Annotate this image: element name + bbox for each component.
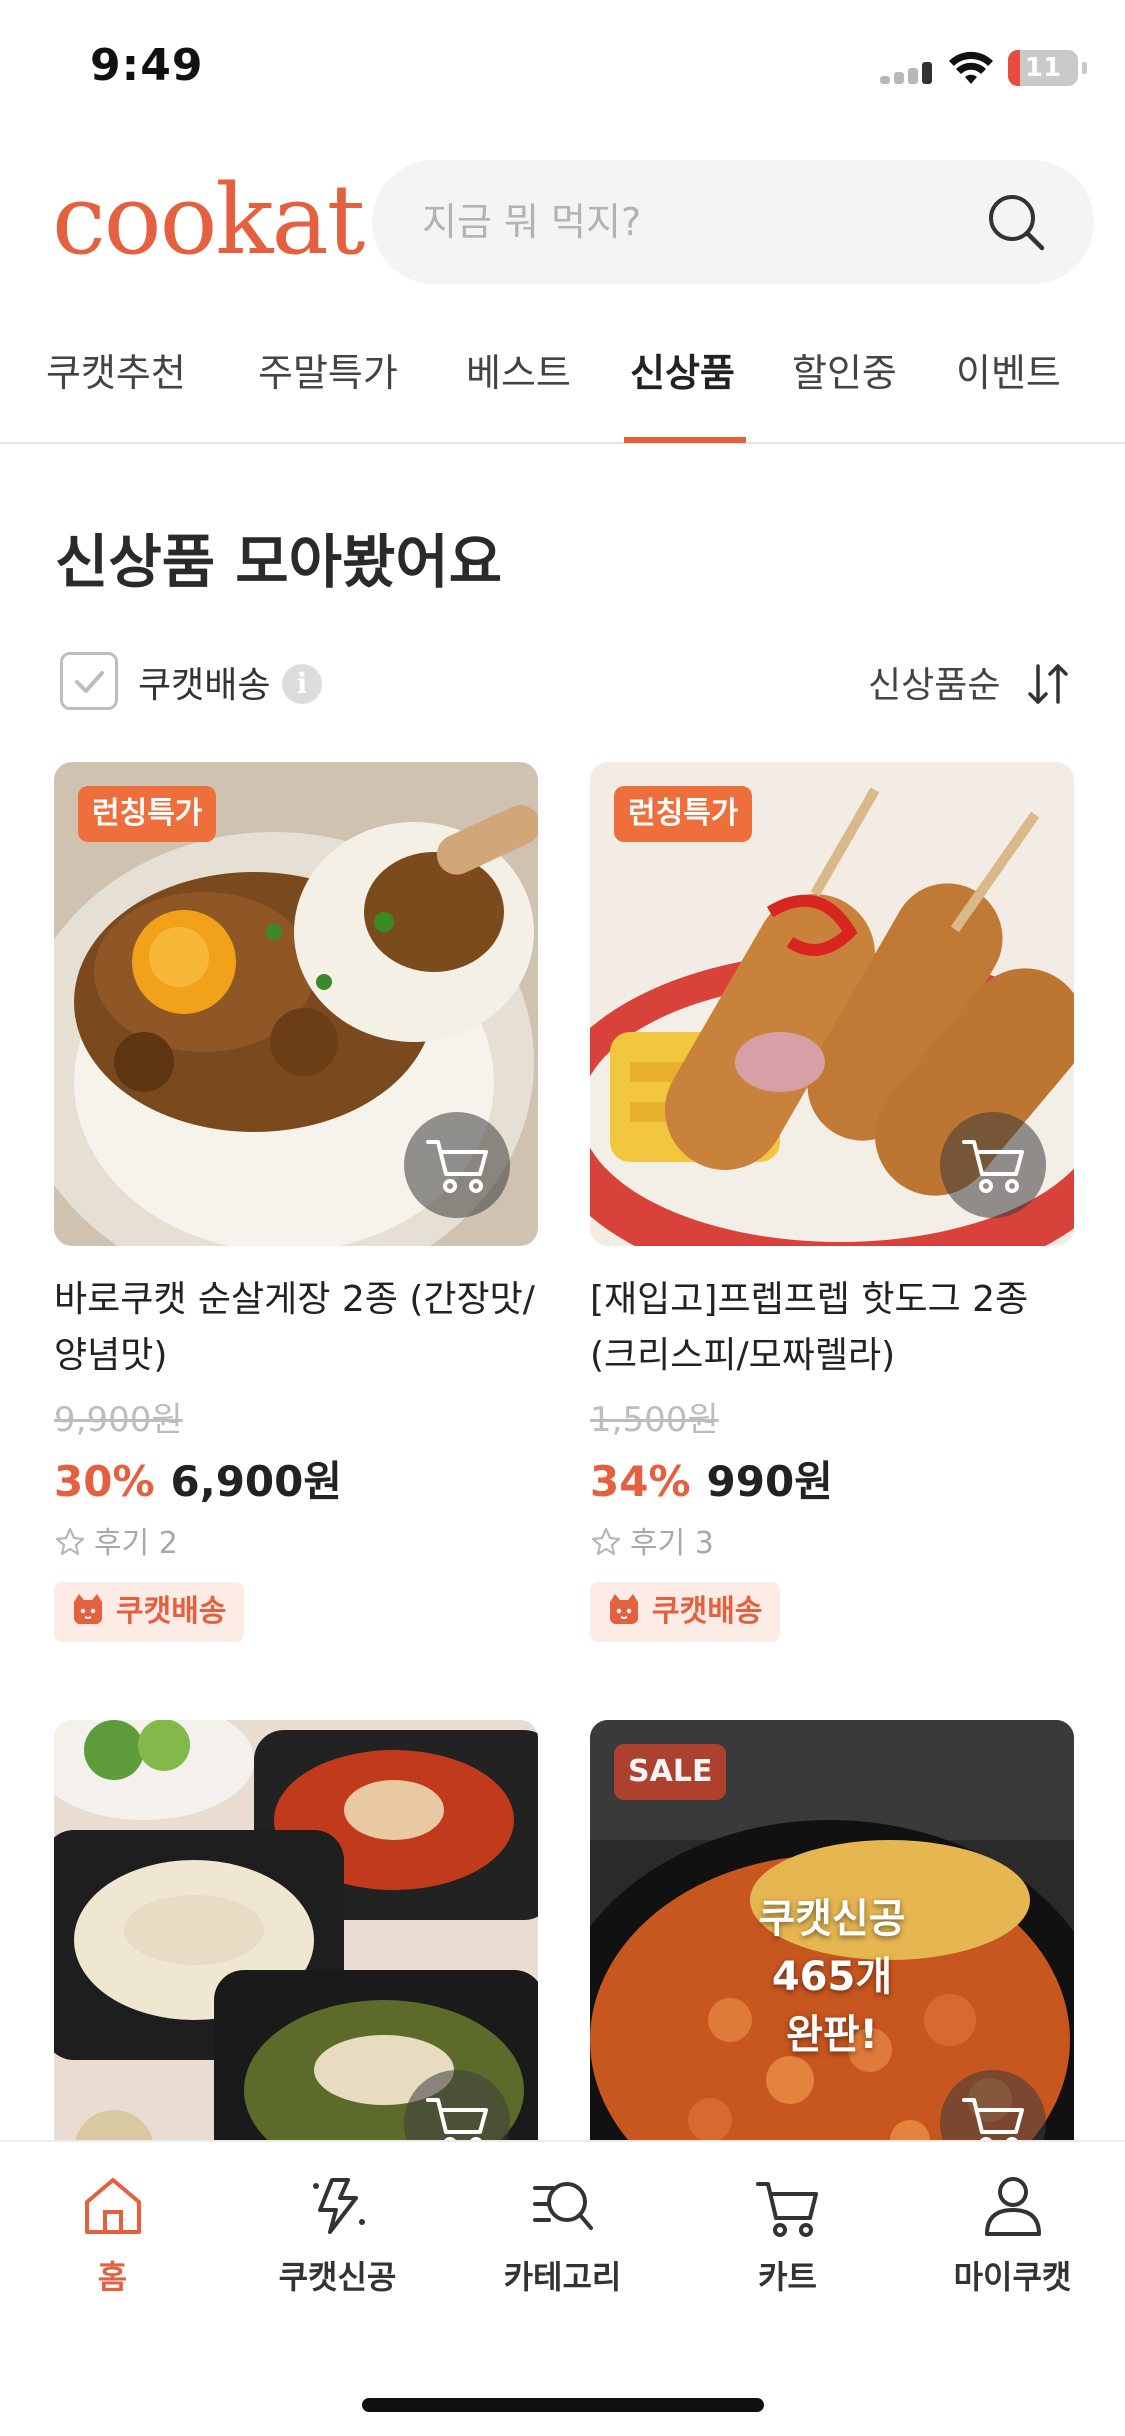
battery-level: 11	[1024, 53, 1062, 83]
nav-cookat-singong[interactable]: 쿠캣신공	[225, 2170, 450, 2310]
cookat-delivery-checkbox[interactable]	[60, 652, 118, 710]
nav-home[interactable]: 홈	[0, 2170, 225, 2310]
nav-cookat-singong-label: 쿠캣신공	[278, 2258, 397, 2296]
price-row: 34% 990원	[590, 1448, 833, 1509]
sale-price: 990원	[706, 1457, 833, 1506]
status-time: 9:49	[90, 40, 204, 91]
wifi-icon	[949, 51, 993, 84]
lightning-icon	[312, 2178, 365, 2234]
product-image[interactable]: SALE 쿠캣신공 465개 완판!	[590, 1720, 1074, 2204]
product-name[interactable]: 바로쿠캣 순살게장 2종 (간장맛/양념맛)	[54, 1272, 538, 1384]
app-screen: 9:49 11 cookat 지금 뭐 먹지? 쿠캣추천 주말특가 베스트 신상…	[0, 0, 1125, 2436]
cat-icon	[74, 1594, 102, 1624]
product-image[interactable]	[54, 1720, 538, 2204]
search-icon[interactable]	[984, 190, 1048, 254]
tab-recommend[interactable]: 쿠캣추천	[46, 340, 186, 444]
nav-cart[interactable]: 카트	[675, 2170, 900, 2310]
promo-badge: 런칭특가	[614, 786, 753, 842]
discount-rate: 30%	[54, 1457, 155, 1506]
product-card[interactable]: SALE 쿠캣신공 465개 완판!	[590, 1720, 1074, 2204]
active-tab-indicator	[624, 437, 746, 443]
original-price: 9,900원	[54, 1400, 183, 1440]
nav-cart-label: 카트	[758, 2258, 817, 2296]
tab-new-products[interactable]: 신상품	[630, 340, 735, 444]
cellular-signal-icon	[880, 62, 938, 84]
add-to-cart-button[interactable]	[404, 1112, 510, 1218]
search-bar[interactable]: 지금 뭐 먹지?	[372, 160, 1094, 284]
cart-icon	[962, 1140, 1024, 1193]
nav-my-cookat-label: 마이쿠캣	[953, 2258, 1072, 2296]
status-bar: 9:49 11	[0, 0, 1125, 140]
cart-icon	[426, 1140, 488, 1193]
sale-price: 6,900원	[170, 1457, 343, 1506]
home-indicator[interactable]	[362, 2398, 764, 2412]
cookat-delivery-tag: 쿠캣배송	[54, 1582, 245, 1642]
star-icon	[591, 1527, 621, 1556]
sort-label[interactable]: 신상품순	[868, 656, 1000, 708]
home-icon	[84, 2178, 141, 2234]
promo-badge: 런칭특가	[78, 786, 217, 842]
review-count: 후기 3	[590, 1518, 714, 1562]
price-row: 30% 6,900원	[54, 1448, 342, 1509]
search-placeholder: 지금 뭐 먹지?	[422, 200, 642, 244]
add-to-cart-button[interactable]	[940, 1112, 1046, 1218]
info-icon[interactable]: i	[282, 664, 322, 704]
product-name[interactable]: [재입고]프렙프렙 핫도그 2종 (크리스피/모짜렐라)	[590, 1272, 1074, 1384]
product-card[interactable]	[54, 1720, 538, 2204]
nav-category-label: 카테고리	[503, 2258, 622, 2296]
check-icon	[75, 671, 104, 693]
battery-icon: 11	[1008, 50, 1078, 86]
category-tabs: 쿠캣추천 주말특가 베스트 신상품 할인중 이벤트	[0, 340, 1125, 444]
cat-icon	[610, 1594, 638, 1624]
sort-icon[interactable]	[1026, 660, 1070, 708]
product-image[interactable]: 런칭특가	[590, 762, 1074, 1246]
review-count: 후기 2	[54, 1518, 178, 1562]
section-title: 신상품 모아봤어요	[55, 528, 503, 596]
cookat-delivery-filter-label[interactable]: 쿠캣배송	[138, 656, 270, 708]
bottom-navigation: 홈 쿠캣신공 카테고리 카트 마이쿠캣	[0, 2140, 1125, 2436]
tab-event[interactable]: 이벤트	[956, 340, 1061, 444]
nav-home-label: 홈	[97, 2258, 128, 2296]
product-card[interactable]: 런칭특가 [재입고]프렙프렙 핫도그 2종 (크리스피/모짜렐라) 1,500원…	[590, 762, 1074, 1642]
category-search-icon	[532, 2182, 593, 2230]
cookat-delivery-tag: 쿠캣배송	[590, 1582, 781, 1642]
cart-icon	[755, 2182, 818, 2237]
sale-badge: SALE	[614, 1744, 727, 1800]
product-card[interactable]: 런칭특가 바로쿠캣 순살게장 2종 (간장맛/양념맛) 9,900원 30% 6,…	[54, 762, 538, 1642]
original-price: 1,500원	[590, 1400, 719, 1440]
tab-weekend-deal[interactable]: 주말특가	[258, 340, 398, 444]
nav-my-cookat[interactable]: 마이쿠캣	[900, 2170, 1125, 2310]
star-icon	[55, 1527, 85, 1556]
sold-out-promo-text: 쿠캣신공 465개 완판!	[758, 1896, 906, 2058]
discount-rate: 34%	[590, 1457, 691, 1506]
nav-category[interactable]: 카테고리	[450, 2170, 675, 2310]
person-icon	[984, 2177, 1041, 2236]
tab-on-sale[interactable]: 할인중	[792, 340, 897, 444]
cookat-logo[interactable]: cookat	[52, 160, 365, 280]
tab-best[interactable]: 베스트	[466, 340, 571, 444]
product-image[interactable]: 런칭특가	[54, 762, 538, 1246]
